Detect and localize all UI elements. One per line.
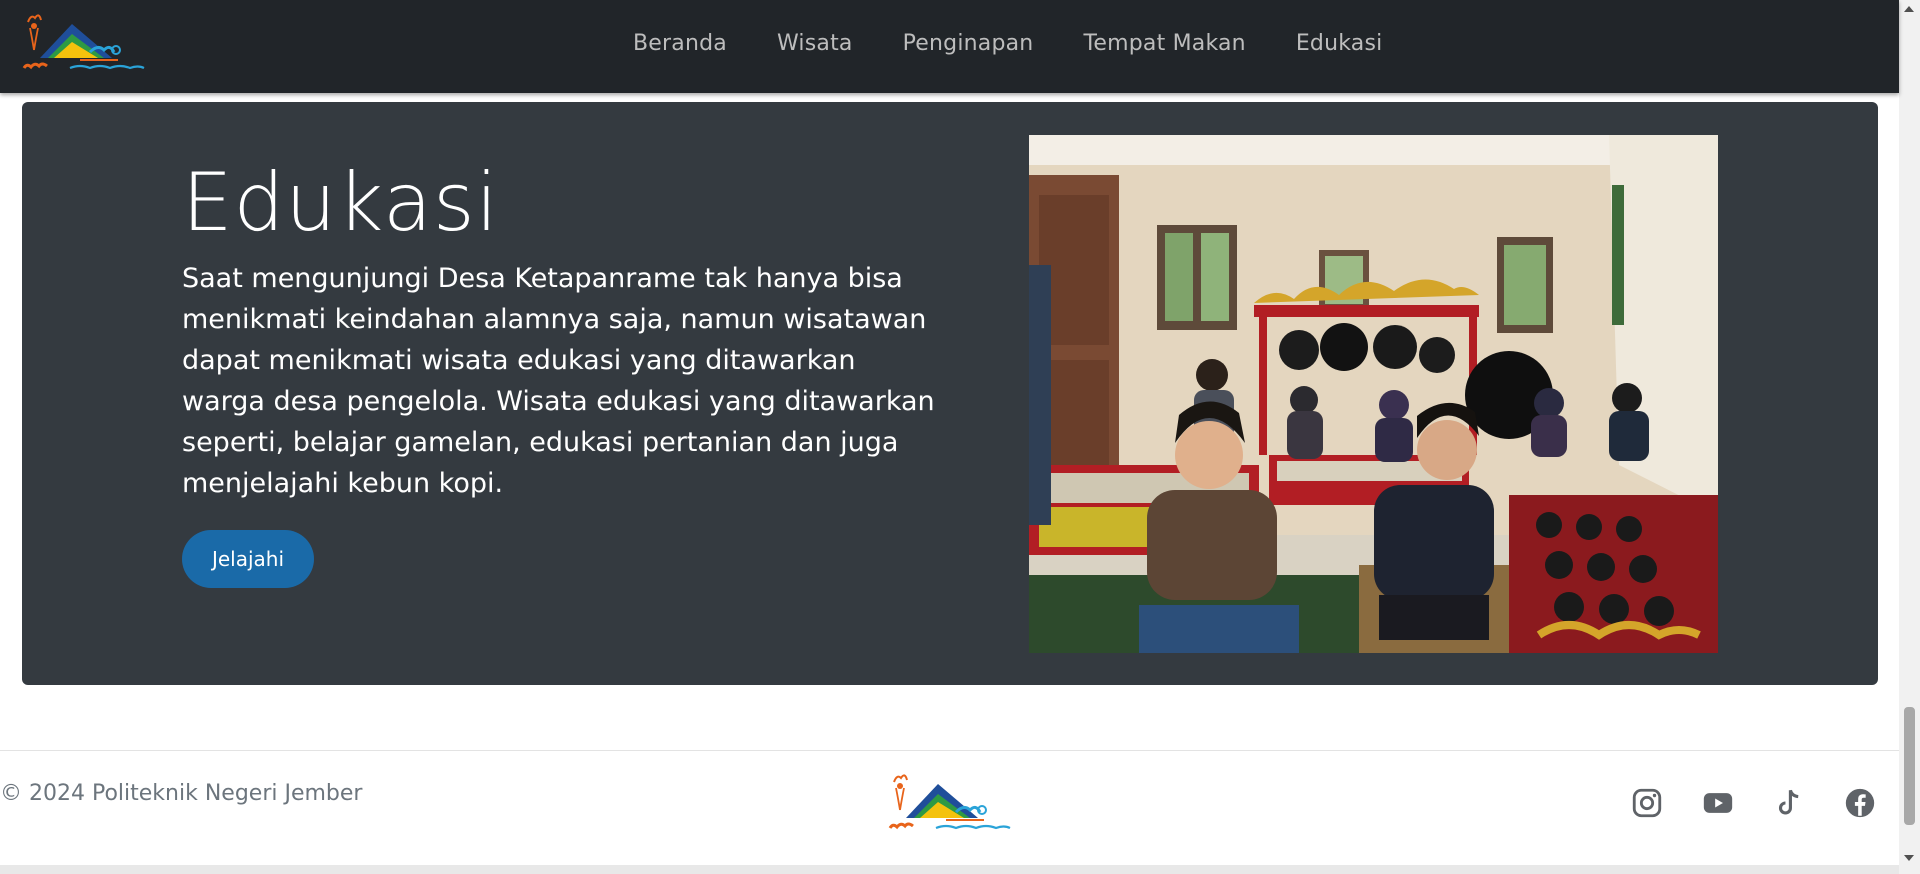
navbar: Beranda Wisata Penginapan Tempat Makan E… [0,0,1899,93]
nav-link-tempat-makan[interactable]: Tempat Makan [1083,31,1245,56]
youtube-link[interactable] [1701,786,1735,820]
nav-item: Wisata [777,31,853,56]
edukasi-hero-card: Edukasi Saat mengunjungi Desa Ketapanram… [22,102,1878,685]
nav-link-edukasi[interactable]: Edukasi [1296,31,1383,56]
vertical-scrollbar[interactable] [1899,0,1920,874]
nav-link-beranda[interactable]: Beranda [633,31,727,56]
gamelan-class-photo [1029,135,1718,653]
saba-logo-image [888,774,1011,830]
saba-logo-image [22,14,145,70]
footer-logo[interactable] [886,772,1016,836]
scroll-down-arrow-icon[interactable] [1904,855,1914,861]
nav-item: Beranda [633,31,727,56]
nav-item: Penginapan [903,31,1034,56]
nav-menu: Beranda Wisata Penginapan Tempat Makan E… [633,0,1432,86]
scrollbar-thumb[interactable] [1904,707,1915,825]
nav-link-wisata[interactable]: Wisata [777,31,853,56]
nav-item: Tempat Makan [1083,31,1245,56]
instagram-icon [1632,788,1662,818]
instagram-link[interactable] [1630,786,1664,820]
nav-item: Edukasi [1296,31,1383,56]
gamelan-photo-illustration [1029,135,1718,653]
copyright-text: © 2024 Politeknik Negeri Jember [0,781,363,806]
horizontal-scrollbar[interactable] [0,865,1899,874]
brand-logo[interactable] [20,12,150,76]
scroll-up-arrow-icon[interactable] [1904,6,1914,12]
nav-link-penginapan[interactable]: Penginapan [903,31,1034,56]
youtube-icon [1703,793,1733,813]
page: Beranda Wisata Penginapan Tempat Makan E… [0,0,1920,874]
facebook-link[interactable] [1843,786,1877,820]
hero-description: Saat mengunjungi Desa Ketapanrame tak ha… [182,263,935,499]
social-links [1630,786,1914,820]
facebook-icon [1845,788,1875,818]
hero-title: Edukasi [182,156,499,249]
footer-divider [0,750,1899,751]
tiktok-icon [1778,789,1799,815]
jelajahi-button[interactable]: Jelajahi [182,530,314,588]
tiktok-link[interactable] [1772,786,1806,820]
